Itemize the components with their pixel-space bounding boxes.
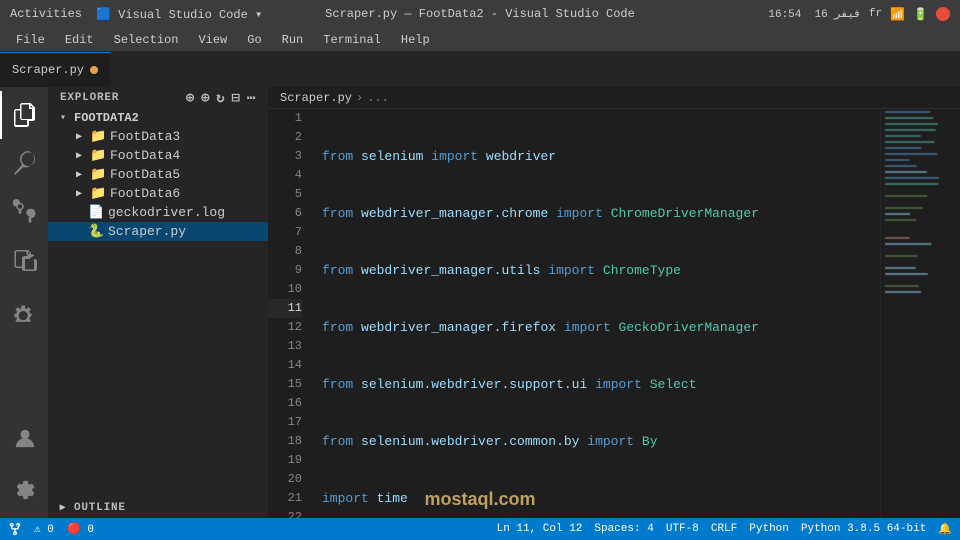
breadcrumb-file: Scraper.py	[280, 91, 352, 105]
breadcrumb-dots: ...	[367, 91, 389, 105]
window-title: Scraper.py — FootData2 - Visual Studio C…	[325, 7, 635, 21]
tab-modified-dot	[90, 66, 98, 74]
folder-arrow: ▶	[72, 188, 86, 200]
language-mode[interactable]: Python	[749, 523, 789, 535]
sidebar-item-footdata5[interactable]: ▶ 📁 FootData5	[48, 165, 268, 184]
sidebar-item-geckodriver[interactable]: 📄 geckodriver.log	[48, 203, 268, 222]
time-display: 16:54 16 فیفر	[768, 7, 861, 21]
menu-bar: File Edit Selection View Go Run Terminal…	[0, 28, 960, 52]
error-count[interactable]: ⚠ 0 🔴 0	[34, 522, 94, 536]
code-content[interactable]: from selenium import webdriver from webd…	[310, 109, 880, 518]
app-name: 🟦 Visual Studio Code ▾	[96, 7, 262, 22]
folder-icon: 📁	[90, 148, 106, 163]
activity-source-control[interactable]	[0, 187, 48, 235]
sidebar-title: Explorer	[60, 92, 119, 104]
folder-label: FootData5	[110, 167, 180, 182]
folder-arrow: ▶	[72, 169, 86, 181]
encoding[interactable]: UTF-8	[666, 523, 699, 535]
main-area: Explorer ⊕ ⊕ ↻ ⊟ ⋯ ▾ FOOTDATA2 ▶ 📁 FootD…	[0, 87, 960, 518]
spaces-info[interactable]: Spaces: 4	[594, 523, 653, 535]
close-button[interactable]	[936, 7, 950, 21]
file-icon: 📄	[88, 205, 104, 220]
menu-file[interactable]: File	[8, 31, 53, 49]
folder-label: FootData6	[110, 186, 180, 201]
refresh-icon[interactable]: ↻	[216, 90, 225, 107]
folder-icon: 📁	[90, 167, 106, 182]
activity-search[interactable]	[0, 139, 48, 187]
sidebar-actions: ⊕ ⊕ ↻ ⊟ ⋯	[186, 90, 256, 107]
activity-account[interactable]	[0, 414, 48, 462]
line-numbers: 1 2 3 4 5 6 7 8 9 10 11 12 13 14 15 16 1…	[268, 109, 310, 518]
folder-icon: 📁	[90, 186, 106, 201]
sidebar: Explorer ⊕ ⊕ ↻ ⊟ ⋯ ▾ FOOTDATA2 ▶ 📁 FootD…	[48, 87, 268, 518]
menu-view[interactable]: View	[190, 31, 235, 49]
menu-go[interactable]: Go	[239, 31, 269, 49]
minimap	[880, 109, 960, 518]
new-folder-icon[interactable]: ⊕	[201, 90, 210, 107]
activity-extensions[interactable]	[0, 235, 48, 283]
tab-scraper-py[interactable]: Scraper.py	[0, 52, 111, 87]
status-bar: ⚠ 0 🔴 0 Ln 11, Col 12 Spaces: 4 UTF-8 CR…	[0, 518, 960, 540]
outline-section[interactable]: ▶ OUTLINE	[48, 498, 268, 518]
title-bar: Activities 🟦 Visual Studio Code ▾ Scrape…	[0, 0, 960, 28]
root-arrow: ▾	[56, 112, 70, 124]
wifi-icon: 📶	[890, 7, 905, 22]
code-area[interactable]: 1 2 3 4 5 6 7 8 9 10 11 12 13 14 15 16 1…	[268, 109, 960, 518]
title-bar-right: 16:54 16 فیفر fr 📶 🔋	[768, 7, 950, 22]
collapse-icon[interactable]: ⊟	[232, 90, 241, 107]
python-version[interactable]: Python 3.8.5 64-bit	[801, 523, 926, 535]
title-bar-left: Activities 🟦 Visual Studio Code ▾	[10, 7, 262, 22]
menu-terminal[interactable]: Terminal	[315, 31, 389, 49]
sidebar-item-footdata6[interactable]: ▶ 📁 FootData6	[48, 184, 268, 203]
folder-label: FootData4	[110, 148, 180, 163]
menu-selection[interactable]: Selection	[106, 31, 187, 49]
git-branch[interactable]	[8, 522, 22, 536]
folder-icon: 📁	[90, 129, 106, 144]
notification-icon[interactable]: 🔔	[938, 522, 952, 536]
editor-area: Scraper.py › ... 1 2 3 4 5 6 7 8 9 10 11…	[268, 87, 960, 518]
tab-filename: Scraper.py	[12, 63, 84, 77]
activity-run-debug[interactable]	[0, 287, 48, 335]
file-label: geckodriver.log	[108, 205, 225, 220]
status-right: Ln 11, Col 12 Spaces: 4 UTF-8 CRLF Pytho…	[497, 522, 952, 536]
file-icon: 🐍	[88, 224, 104, 239]
menu-help[interactable]: Help	[393, 31, 438, 49]
breadcrumb-sep: ›	[356, 91, 363, 105]
line-ending[interactable]: CRLF	[711, 523, 737, 535]
root-label: FOOTDATA2	[74, 111, 139, 125]
folder-arrow: ▶	[72, 150, 86, 162]
breadcrumb: Scraper.py › ...	[268, 87, 960, 109]
more-icon[interactable]: ⋯	[247, 90, 256, 107]
status-left: ⚠ 0 🔴 0	[8, 522, 94, 536]
folder-arrow: ▶	[72, 131, 86, 143]
new-file-icon[interactable]: ⊕	[186, 90, 195, 107]
activity-settings[interactable]	[0, 466, 48, 514]
menu-run[interactable]: Run	[274, 31, 312, 49]
tree-root[interactable]: ▾ FOOTDATA2	[48, 109, 268, 127]
folder-label: FootData3	[110, 129, 180, 144]
sidebar-item-footdata3[interactable]: ▶ 📁 FootData3	[48, 127, 268, 146]
battery-icon: 🔋	[913, 7, 928, 22]
locale-display: fr	[869, 8, 882, 20]
outline-label: OUTLINE	[74, 502, 126, 514]
sidebar-header: Explorer ⊕ ⊕ ↻ ⊟ ⋯	[48, 87, 268, 109]
sidebar-item-scraper[interactable]: 🐍 Scraper.py	[48, 222, 268, 241]
outline-arrow: ▶	[56, 502, 70, 514]
activities-label[interactable]: Activities	[10, 7, 82, 21]
activity-bar	[0, 87, 48, 518]
sidebar-item-footdata4[interactable]: ▶ 📁 FootData4	[48, 146, 268, 165]
cursor-position[interactable]: Ln 11, Col 12	[497, 523, 583, 535]
activity-explorer[interactable]	[0, 91, 48, 139]
tab-bar: Scraper.py	[0, 52, 960, 87]
file-label: Scraper.py	[108, 224, 186, 239]
menu-edit[interactable]: Edit	[57, 31, 102, 49]
